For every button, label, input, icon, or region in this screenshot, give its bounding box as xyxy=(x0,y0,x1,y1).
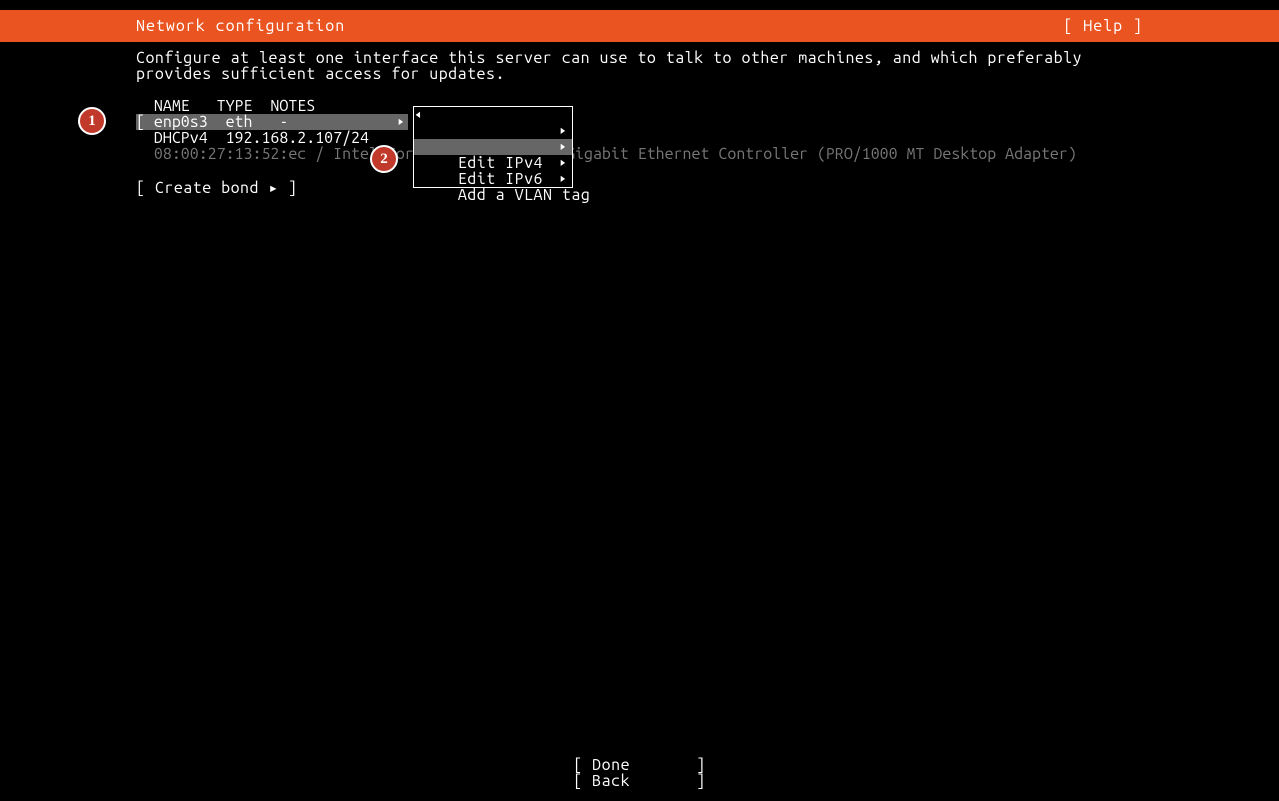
back-button[interactable]: [ Back ] xyxy=(0,773,1279,789)
mac-line: 08:00:27:13:52:ec / Intel Corporation 82… xyxy=(136,146,1143,162)
dhcp-line: DHCPv4 192.168.2.107/24 xyxy=(136,130,1143,146)
annotation-badge-1: 1 xyxy=(78,107,106,135)
menu-close[interactable]: ◂ (close) xyxy=(414,107,572,123)
chevron-right-icon: ▸ xyxy=(559,122,566,138)
interface-table: NAME TYPE NOTES [ enp0s3 eth - ▸ DHCPv4 … xyxy=(136,98,1143,162)
menu-add-vlan-label: Add a VLAN tag xyxy=(458,186,590,204)
header-bar: Network configuration [ Help ] xyxy=(0,10,1279,42)
menu-info[interactable]: Info ▸ xyxy=(414,123,572,139)
menu-edit-ipv6[interactable]: Edit IPv6 ▸ xyxy=(414,155,572,171)
create-bond-button[interactable]: [ Create bond ▸ ] xyxy=(136,178,1143,197)
table-header: NAME TYPE NOTES xyxy=(136,98,1143,114)
interface-popup-menu: ◂ (close) Info ▸ Edit IPv4 ▸ Edit IPv6 ▸… xyxy=(413,106,573,188)
page-title: Network configuration xyxy=(136,17,345,35)
main-content: Configure at least one interface this se… xyxy=(136,50,1143,197)
footer: [ Done ] [ Back ] xyxy=(0,757,1279,789)
intro-text: Configure at least one interface this se… xyxy=(136,50,1143,82)
help-button[interactable]: [ Help ] xyxy=(1063,17,1143,35)
interface-row-text: [ enp0s3 eth - xyxy=(136,113,288,131)
chevron-right-icon: ▸ xyxy=(398,113,405,129)
annotation-badge-2: 2 xyxy=(370,145,398,173)
chevron-left-icon: ◂ xyxy=(415,106,422,122)
interface-row-enp0s3[interactable]: [ enp0s3 eth - ▸ xyxy=(136,114,408,130)
done-button[interactable]: [ Done ] xyxy=(0,757,1279,773)
chevron-right-icon: ▸ xyxy=(559,138,566,154)
menu-add-vlan[interactable]: Add a VLAN tag ▸ xyxy=(414,171,572,187)
chevron-right-icon: ▸ xyxy=(559,154,566,170)
chevron-right-icon: ▸ xyxy=(559,170,566,186)
menu-edit-ipv4[interactable]: Edit IPv4 ▸ xyxy=(414,139,572,155)
